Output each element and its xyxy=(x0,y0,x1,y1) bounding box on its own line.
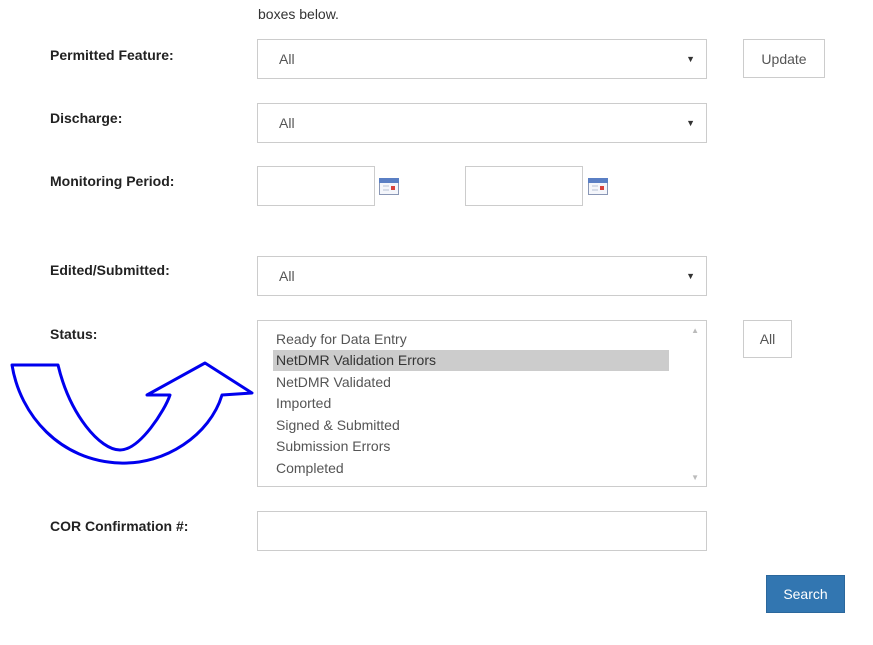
edited-submitted-value: All xyxy=(279,268,295,284)
intro-text: boxes below. xyxy=(258,6,339,22)
discharge-value: All xyxy=(279,115,295,131)
status-label: Status: xyxy=(50,326,98,342)
scroll-down-arrow-icon[interactable]: ▼ xyxy=(691,473,699,482)
cor-confirmation-label: COR Confirmation #: xyxy=(50,518,189,534)
status-all-button[interactable]: All xyxy=(743,320,792,358)
update-button[interactable]: Update xyxy=(743,39,825,78)
status-listbox[interactable]: Ready for Data Entry NetDMR Validation E… xyxy=(257,320,707,487)
scroll-up-arrow-icon[interactable]: ▲ xyxy=(691,326,699,335)
curved-arrow-icon xyxy=(10,361,254,465)
monitoring-period-start-input[interactable] xyxy=(257,166,375,206)
monitoring-period-end-input[interactable] xyxy=(465,166,583,206)
caret-down-icon: ▼ xyxy=(686,271,695,281)
calendar-icon[interactable] xyxy=(379,178,399,195)
edited-submitted-label: Edited/Submitted: xyxy=(50,262,170,278)
status-option-netdmr-validation-errors[interactable]: NetDMR Validation Errors xyxy=(273,350,669,371)
caret-down-icon: ▼ xyxy=(686,118,695,128)
status-option-netdmr-validated[interactable]: NetDMR Validated xyxy=(273,372,669,393)
search-button[interactable]: Search xyxy=(766,575,845,613)
discharge-label: Discharge: xyxy=(50,110,123,126)
status-option-submission-errors[interactable]: Submission Errors xyxy=(273,436,669,457)
permitted-feature-value: All xyxy=(279,51,295,67)
permitted-feature-label: Permitted Feature: xyxy=(50,47,174,63)
edited-submitted-select[interactable]: All ▼ xyxy=(257,256,707,296)
monitoring-period-label: Monitoring Period: xyxy=(50,173,175,189)
discharge-select[interactable]: All ▼ xyxy=(257,103,707,143)
status-option-completed[interactable]: Completed xyxy=(273,458,669,479)
status-option-signed-submitted[interactable]: Signed & Submitted xyxy=(273,415,669,436)
permitted-feature-select[interactable]: All ▼ xyxy=(257,39,707,79)
calendar-icon[interactable] xyxy=(588,178,608,195)
cor-confirmation-input[interactable] xyxy=(257,511,707,551)
status-option-ready-for-data-entry[interactable]: Ready for Data Entry xyxy=(273,329,669,350)
caret-down-icon: ▼ xyxy=(686,54,695,64)
status-option-imported[interactable]: Imported xyxy=(273,393,669,414)
